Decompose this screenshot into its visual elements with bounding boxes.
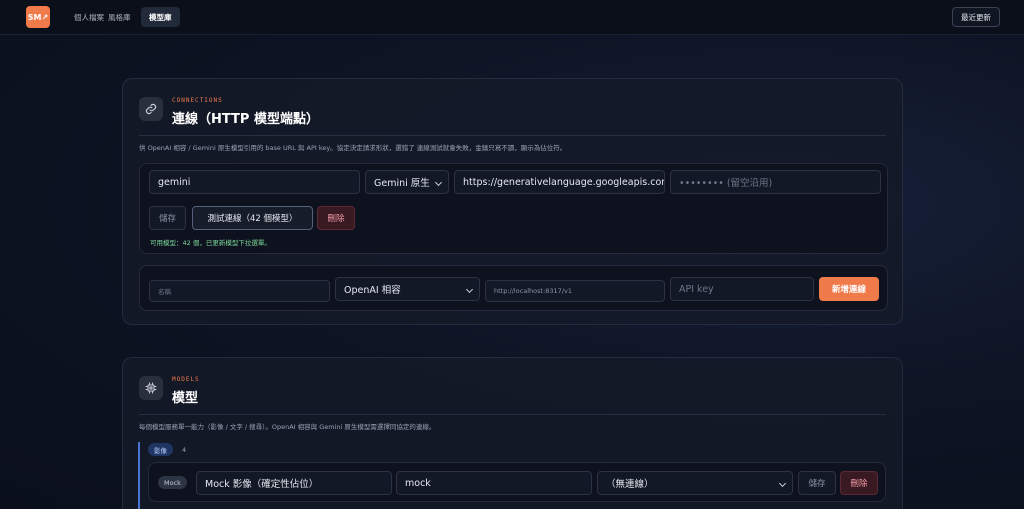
new-connection-base-url-input[interactable]: http://localhost:8317/v1 [485,280,665,302]
existing-connection-panel: gemini Gemini 原生 https://generativelangu… [139,163,888,254]
model-row: Mock Mock 影像（確定性佔位） mock （無連線） 儲存 刪除 [148,462,886,502]
group-accent-bar [138,442,140,509]
save-connection-button[interactable]: 儲存 [149,206,186,230]
capability-badge: 影像 [148,443,173,456]
model-display-name-input[interactable]: Mock 影像（確定性佔位） [196,471,392,495]
top-navigation-bar: SM↗ 個人檔案 風格庫 模型庫 最近更新 [0,0,1024,35]
model-provider-badge: Mock [158,476,187,489]
add-connection-button[interactable]: 新增連線 [819,277,879,301]
divider [139,414,886,415]
delete-model-button[interactable]: 刪除 [840,471,878,495]
new-connection-api-key-input[interactable]: API key [670,277,814,301]
link-icon [139,97,163,121]
new-connection-protocol-select[interactable]: OpenAI 相容 [335,277,480,301]
delete-connection-button[interactable]: 刪除 [317,206,355,230]
connections-description: 供 OpenAI 相容 / Gemini 原生模型引用的 base URL 與 … [139,144,567,152]
connections-eyebrow: CONNECTIONS [172,97,223,104]
connection-base-url-input[interactable]: https://generativelanguage.googleapis.co… [454,170,665,194]
connection-status-message: 可用模型：42 個，已更新模型下拉選單。 [150,239,271,247]
new-connection-name-input[interactable]: 名稱 [149,280,330,302]
divider [139,135,886,136]
model-id-input[interactable]: mock [396,471,592,495]
app-logo[interactable]: SM↗ [26,6,50,28]
connection-protocol-select[interactable]: Gemini 原生 [365,170,449,194]
models-title: 模型 [172,391,199,406]
recent-updates-button[interactable]: 最近更新 [952,7,1000,27]
nav-item-model-library[interactable]: 模型庫 [141,7,180,27]
connections-card: CONNECTIONS 連線（HTTP 模型端點） 供 OpenAI 相容 / … [122,78,903,325]
save-model-button[interactable]: 儲存 [798,471,836,495]
connection-api-key-input[interactable]: •••••••• (留空沿用) [670,170,881,194]
models-description: 每個模型服務單一能力（影像 / 文字 / 搜尋）。OpenAI 相容與 Gemi… [139,423,436,431]
test-connection-button[interactable]: 測試連線（42 個模型） [192,206,313,230]
model-connection-select[interactable]: （無連線） [597,471,793,495]
nav-item-style-library[interactable]: 風格庫 [100,7,139,27]
models-eyebrow: MODELS [172,376,200,383]
capability-count: 4 [182,446,187,454]
connection-name-input[interactable]: gemini [149,170,360,194]
new-connection-panel: 名稱 OpenAI 相容 http://localhost:8317/v1 AP… [139,265,888,311]
chip-icon [139,376,163,400]
connections-title: 連線（HTTP 模型端點） [172,112,319,127]
